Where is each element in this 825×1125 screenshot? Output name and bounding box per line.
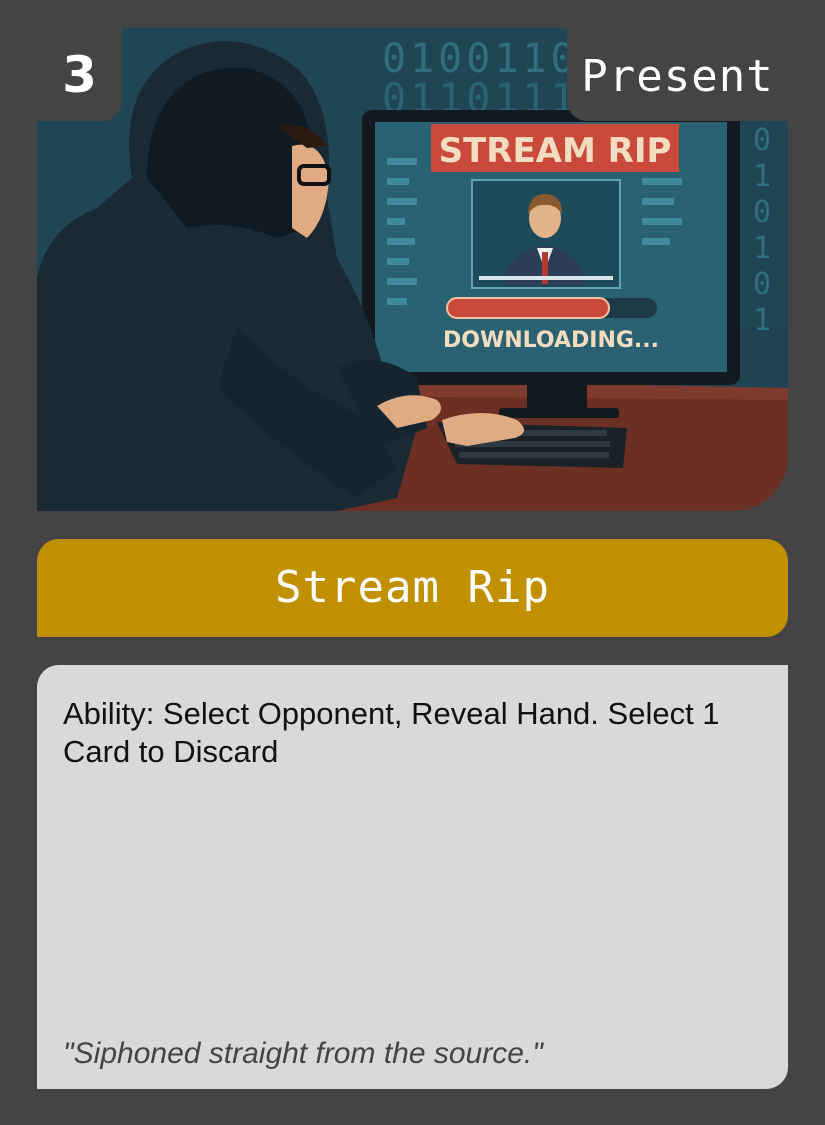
era-tab: Present bbox=[567, 28, 788, 121]
card-cost: 3 bbox=[62, 45, 97, 104]
screen-status-text: DOWNLOADING... bbox=[443, 328, 659, 353]
card-flavor-text: "Siphoned straight from the source." bbox=[63, 1037, 543, 1070]
card-ability-text: Ability: Select Opponent, Reveal Hand. S… bbox=[63, 696, 720, 769]
cost-tab: 3 bbox=[37, 28, 122, 121]
binary-col-6: 1 bbox=[753, 303, 771, 338]
binary-col-4: 1 bbox=[753, 231, 771, 266]
card-name: Stream Rip bbox=[275, 562, 550, 613]
binary-col-3: 0 bbox=[753, 195, 771, 230]
card-name-bar: Stream Rip bbox=[37, 539, 788, 637]
card-era: Present bbox=[581, 50, 774, 102]
screen-banner-text: STREAM RIP bbox=[439, 131, 672, 171]
binary-col-1: 0 bbox=[753, 123, 771, 158]
game-card[interactable]: 0100110 0110111 0 1 0 1 0 1 STREAM RIP D… bbox=[0, 0, 825, 1125]
binary-col-2: 1 bbox=[753, 159, 771, 194]
card-text-box: Ability: Select Opponent, Reveal Hand. S… bbox=[37, 665, 788, 1089]
binary-col-5: 0 bbox=[753, 267, 771, 302]
